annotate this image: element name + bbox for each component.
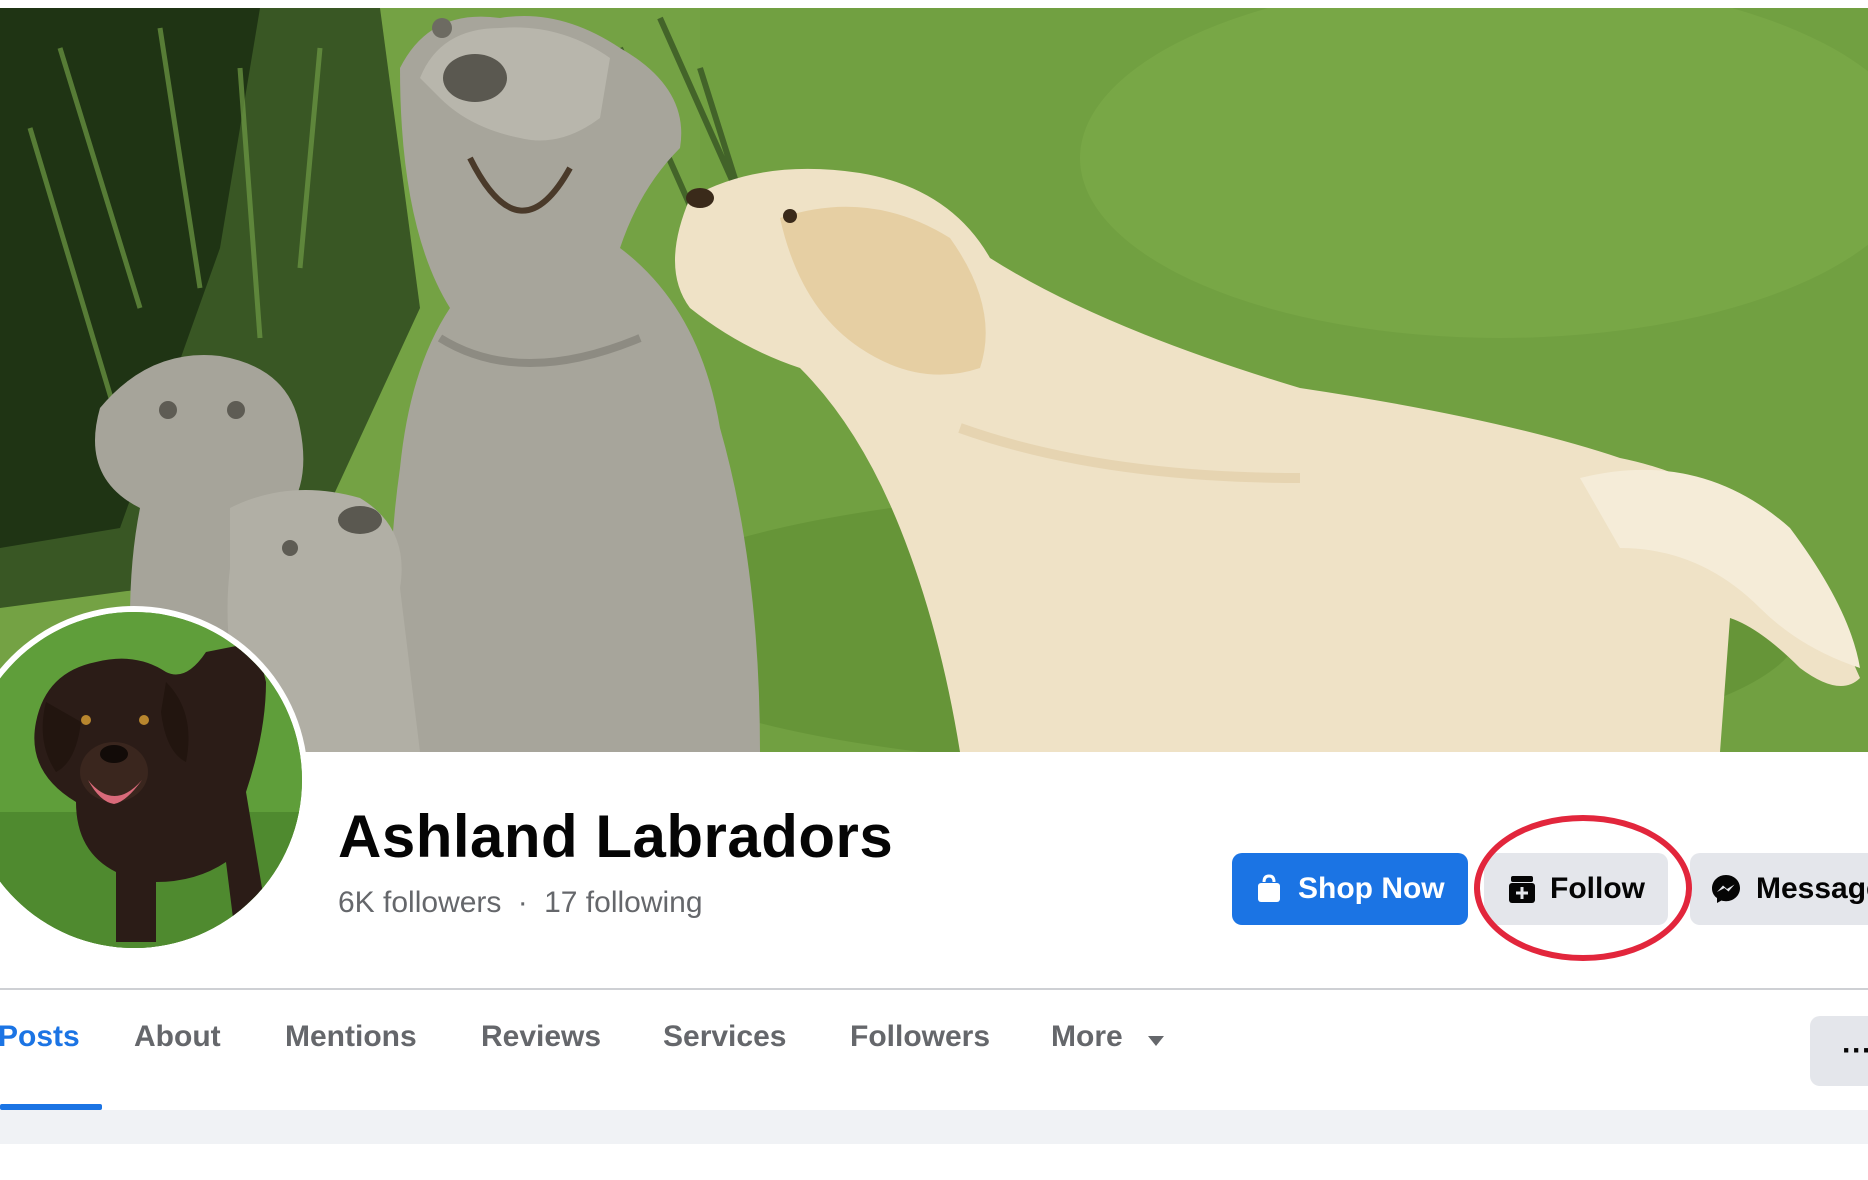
tab-reviews[interactable]: Reviews	[481, 1020, 601, 1054]
tab-more[interactable]: More	[1051, 1020, 1165, 1055]
followers-count[interactable]: 6K followers	[338, 886, 501, 919]
tab-mentions[interactable]: Mentions	[285, 1020, 417, 1054]
chocolate-lab-photo	[0, 612, 302, 948]
cover-photo[interactable]	[0, 8, 1868, 752]
top-strip	[0, 0, 1868, 8]
page-title[interactable]: Ashland Labradors	[338, 802, 893, 871]
stats-separator: ·	[517, 886, 528, 919]
shop-now-label: Shop Now	[1298, 872, 1445, 905]
shop-now-button[interactable]: Shop Now	[1232, 853, 1468, 925]
tab-about[interactable]: About	[134, 1020, 221, 1054]
follow-stats: 6K followers · 17 following	[338, 886, 703, 920]
more-options-button[interactable]: ···	[1810, 1016, 1868, 1086]
tab-posts[interactable]: Posts	[0, 1020, 80, 1054]
shopping-bag-icon	[1254, 874, 1284, 904]
messenger-icon	[1710, 873, 1742, 905]
message-label: Message	[1756, 872, 1868, 905]
follow-label: Follow	[1550, 872, 1645, 905]
cover-illustration	[0, 8, 1868, 752]
tab-followers[interactable]: Followers	[850, 1020, 990, 1054]
page-tabs: Posts About Mentions Reviews Services Fo…	[0, 990, 1868, 1110]
more-options-dots: ···	[1842, 1034, 1868, 1067]
tab-services[interactable]: Services	[663, 1020, 786, 1054]
tab-more-label: More	[1051, 1020, 1123, 1053]
caret-down-icon	[1147, 1021, 1165, 1055]
feed-card-top	[0, 1144, 1868, 1180]
follow-plus-icon	[1508, 874, 1536, 904]
profile-picture[interactable]	[0, 612, 302, 948]
feed-background	[0, 1110, 1868, 1180]
message-button[interactable]: Message	[1690, 853, 1868, 925]
following-count[interactable]: 17 following	[544, 886, 702, 919]
follow-button[interactable]: Follow	[1484, 853, 1668, 925]
